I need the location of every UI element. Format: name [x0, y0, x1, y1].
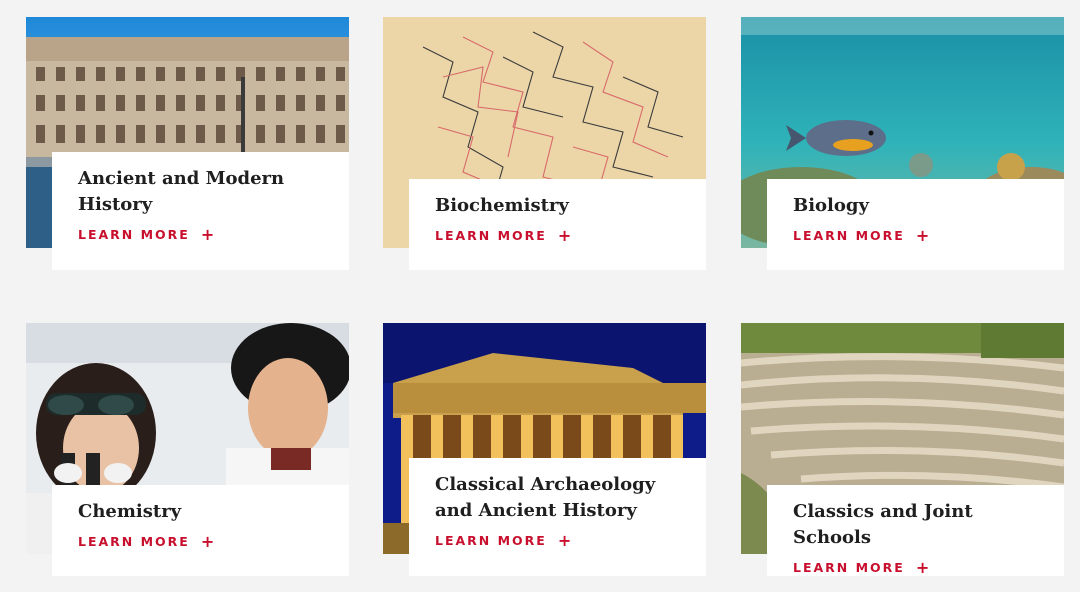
- card-title[interactable]: Chemistry: [78, 499, 329, 525]
- learn-more-link[interactable]: LEARN MORE +: [78, 531, 215, 551]
- card-title[interactable]: Biology: [793, 193, 1044, 219]
- plus-icon: +: [557, 530, 572, 550]
- learn-more-label: LEARN MORE: [435, 228, 547, 243]
- subject-card[interactable]: Biology LEARN MORE +: [741, 17, 1064, 270]
- card-title[interactable]: Biochemistry: [435, 193, 686, 219]
- subject-card[interactable]: Chemistry LEARN MORE +: [26, 323, 349, 576]
- learn-more-label: LEARN MORE: [78, 227, 190, 242]
- card-panel: Biology LEARN MORE +: [767, 179, 1064, 270]
- card-panel: Ancient and Modern History LEARN MORE +: [52, 152, 349, 270]
- plus-icon: +: [915, 225, 930, 245]
- card-panel: Classics and Joint Schools LEARN MORE +: [767, 485, 1064, 576]
- learn-more-label: LEARN MORE: [793, 228, 905, 243]
- card-panel: Classical Archaeology and Ancient Histor…: [409, 458, 706, 576]
- subject-card[interactable]: Classics and Joint Schools LEARN MORE +: [741, 323, 1064, 576]
- learn-more-label: LEARN MORE: [435, 533, 547, 548]
- learn-more-link[interactable]: LEARN MORE +: [793, 225, 930, 245]
- learn-more-label: LEARN MORE: [78, 534, 190, 549]
- subject-card[interactable]: Ancient and Modern History LEARN MORE +: [26, 17, 349, 270]
- subject-card[interactable]: Biochemistry LEARN MORE +: [383, 17, 706, 270]
- card-title[interactable]: Classics and Joint Schools: [793, 499, 1044, 551]
- subject-grid: Ancient and Modern History LEARN MORE +: [0, 0, 1080, 592]
- plus-icon: +: [200, 531, 215, 551]
- learn-more-label: LEARN MORE: [793, 560, 905, 575]
- card-panel: Biochemistry LEARN MORE +: [409, 179, 706, 270]
- plus-icon: +: [200, 224, 215, 244]
- card-panel: Chemistry LEARN MORE +: [52, 485, 349, 576]
- card-title[interactable]: Classical Archaeology and Ancient Histor…: [435, 472, 686, 524]
- learn-more-link[interactable]: LEARN MORE +: [78, 224, 215, 244]
- card-title[interactable]: Ancient and Modern History: [78, 166, 329, 218]
- plus-icon: +: [915, 557, 930, 577]
- learn-more-link[interactable]: LEARN MORE +: [435, 530, 572, 550]
- plus-icon: +: [557, 225, 572, 245]
- learn-more-link[interactable]: LEARN MORE +: [435, 225, 572, 245]
- subject-card[interactable]: Classical Archaeology and Ancient Histor…: [383, 323, 706, 576]
- learn-more-link[interactable]: LEARN MORE +: [793, 557, 930, 577]
